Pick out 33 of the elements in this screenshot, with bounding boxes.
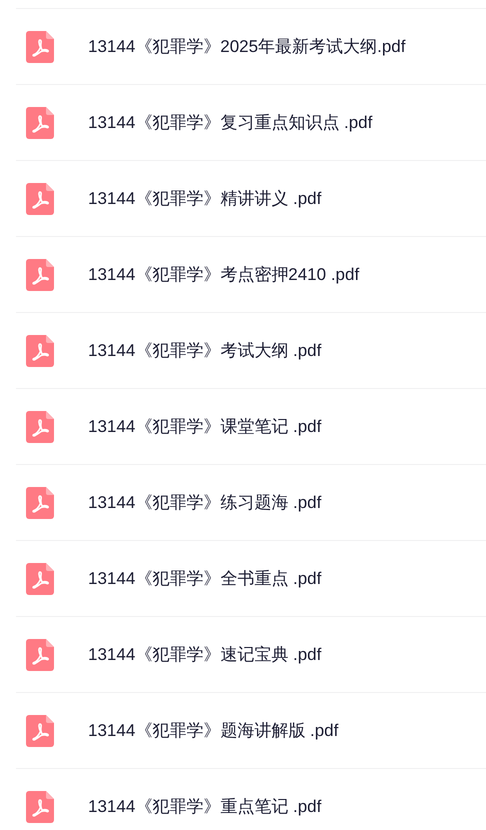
file-name: 13144《犯罪学》考试大纲 .pdf <box>88 340 322 362</box>
file-name: 13144《犯罪学》题海讲解版 .pdf <box>88 720 338 742</box>
pdf-file-icon <box>26 182 54 214</box>
file-row[interactable]: 13144《犯罪学》复习重点知识点 .pdf <box>16 84 486 160</box>
file-name: 13144《犯罪学》全书重点 .pdf <box>88 568 322 590</box>
file-name: 13144《犯罪学》练习题海 .pdf <box>88 492 322 514</box>
pdf-file-icon <box>26 30 54 62</box>
pdf-file-icon <box>26 106 54 138</box>
file-row[interactable]: 13144《犯罪学》题海讲解版 .pdf <box>16 692 486 768</box>
pdf-file-icon <box>26 410 54 442</box>
file-name: 13144《犯罪学》重点笔记 .pdf <box>88 796 322 818</box>
file-row[interactable]: 13144《犯罪学》考试大纲 .pdf <box>16 312 486 388</box>
file-row[interactable]: 13144《犯罪学》练习题海 .pdf <box>16 464 486 540</box>
file-row[interactable]: 13144《犯罪学》2025年最新考试大纲.pdf <box>16 8 486 84</box>
file-name: 13144《犯罪学》速记宝典 .pdf <box>88 644 322 666</box>
file-name: 13144《犯罪学》考点密押2410 .pdf <box>88 264 360 286</box>
pdf-file-icon <box>26 258 54 290</box>
file-row[interactable]: 13144《犯罪学》精讲讲义 .pdf <box>16 160 486 236</box>
pdf-file-icon <box>26 486 54 518</box>
file-row[interactable]: 13144《犯罪学》全书重点 .pdf <box>16 540 486 616</box>
file-name: 13144《犯罪学》2025年最新考试大纲.pdf <box>88 36 406 58</box>
file-row[interactable]: 13144《犯罪学》课堂笔记 .pdf <box>16 388 486 464</box>
pdf-file-icon <box>26 562 54 594</box>
file-name: 13144《犯罪学》课堂笔记 .pdf <box>88 416 322 438</box>
file-name: 13144《犯罪学》复习重点知识点 .pdf <box>88 112 372 134</box>
pdf-file-icon <box>26 638 54 670</box>
file-name: 13144《犯罪学》精讲讲义 .pdf <box>88 188 322 210</box>
file-row[interactable]: 13144《犯罪学》考点密押2410 .pdf <box>16 236 486 312</box>
file-row[interactable]: 13144《犯罪学》速记宝典 .pdf <box>16 616 486 692</box>
pdf-file-icon <box>26 334 54 366</box>
file-row[interactable]: 13144《犯罪学》重点笔记 .pdf <box>16 768 486 830</box>
pdf-file-icon <box>26 714 54 746</box>
pdf-file-icon <box>26 790 54 822</box>
